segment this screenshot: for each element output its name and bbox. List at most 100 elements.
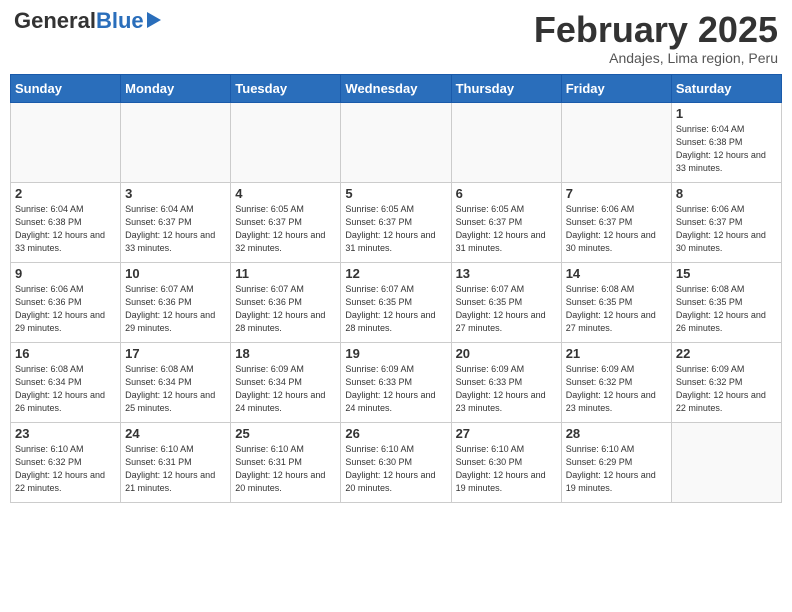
calendar-cell: 19 Sunrise: 6:09 AM Sunset: 6:33 PM Dayli… <box>341 342 451 422</box>
day-number: 9 <box>15 266 116 281</box>
day-info: Sunrise: 6:04 AM Sunset: 6:38 PM Dayligh… <box>15 203 116 255</box>
day-info: Sunrise: 6:05 AM Sunset: 6:37 PM Dayligh… <box>345 203 446 255</box>
calendar-cell: 5 Sunrise: 6:05 AM Sunset: 6:37 PM Daylig… <box>341 182 451 262</box>
day-info: Sunrise: 6:08 AM Sunset: 6:34 PM Dayligh… <box>15 363 116 415</box>
day-info: Sunrise: 6:06 AM Sunset: 6:37 PM Dayligh… <box>676 203 777 255</box>
day-info: Sunrise: 6:10 AM Sunset: 6:30 PM Dayligh… <box>456 443 557 495</box>
day-number: 2 <box>15 186 116 201</box>
day-info: Sunrise: 6:08 AM Sunset: 6:34 PM Dayligh… <box>125 363 226 415</box>
calendar-cell: 14 Sunrise: 6:08 AM Sunset: 6:35 PM Dayli… <box>561 262 671 342</box>
weekday-header-sunday: Sunday <box>11 74 121 102</box>
week-row-4: 16 Sunrise: 6:08 AM Sunset: 6:34 PM Dayli… <box>11 342 782 422</box>
day-info: Sunrise: 6:10 AM Sunset: 6:30 PM Dayligh… <box>345 443 446 495</box>
calendar-cell: 20Sunrise: 6:09 AM Sunset: 6:33 PM Dayli… <box>451 342 561 422</box>
week-row-2: 2 Sunrise: 6:04 AM Sunset: 6:38 PM Daylig… <box>11 182 782 262</box>
day-number: 25 <box>235 426 336 441</box>
week-row-1: 1 Sunrise: 6:04 AM Sunset: 6:38 PM Daylig… <box>11 102 782 182</box>
day-number: 22 <box>676 346 777 361</box>
day-info: Sunrise: 6:04 AM Sunset: 6:37 PM Dayligh… <box>125 203 226 255</box>
calendar-cell: 26 Sunrise: 6:10 AM Sunset: 6:30 PM Dayli… <box>341 422 451 502</box>
calendar-cell: 12 Sunrise: 6:07 AM Sunset: 6:35 PM Dayli… <box>341 262 451 342</box>
weekday-header-wednesday: Wednesday <box>341 74 451 102</box>
location-subtitle: Andajes, Lima region, Peru <box>534 50 778 66</box>
day-info: Sunrise: 6:10 AM Sunset: 6:32 PM Dayligh… <box>15 443 116 495</box>
day-number: 5 <box>345 186 446 201</box>
day-info: Sunrise: 6:05 AM Sunset: 6:37 PM Dayligh… <box>235 203 336 255</box>
calendar-cell: 13 Sunrise: 6:07 AM Sunset: 6:35 PM Dayli… <box>451 262 561 342</box>
day-info: Sunrise: 6:09 AM Sunset: 6:33 PM Dayligh… <box>345 363 446 415</box>
logo: General Blue <box>14 10 161 32</box>
day-info: Sunrise: 6:05 AM Sunset: 6:37 PM Dayligh… <box>456 203 557 255</box>
title-area: February 2025 Andajes, Lima region, Peru <box>534 10 778 66</box>
day-number: 26 <box>345 426 446 441</box>
day-number: 27 <box>456 426 557 441</box>
day-info: Sunrise: 6:08 AM Sunset: 6:35 PM Dayligh… <box>676 283 777 335</box>
weekday-header-friday: Friday <box>561 74 671 102</box>
weekday-header-saturday: Saturday <box>671 74 781 102</box>
week-row-5: 23 Sunrise: 6:10 AM Sunset: 6:32 PM Dayli… <box>11 422 782 502</box>
calendar-cell: 15 Sunrise: 6:08 AM Sunset: 6:35 PM Dayli… <box>671 262 781 342</box>
day-info: Sunrise: 6:09 AM Sunset: 6:32 PM Dayligh… <box>566 363 667 415</box>
day-number: 11 <box>235 266 336 281</box>
calendar-table: SundayMondayTuesdayWednesdayThursdayFrid… <box>10 74 782 503</box>
day-number: 1 <box>676 106 777 121</box>
day-info: Sunrise: 6:09 AM Sunset: 6:32 PM Dayligh… <box>676 363 777 415</box>
month-title: February 2025 <box>534 10 778 50</box>
calendar-cell: 6Sunrise: 6:05 AM Sunset: 6:37 PM Daylig… <box>451 182 561 262</box>
calendar-cell <box>451 102 561 182</box>
day-info: Sunrise: 6:09 AM Sunset: 6:34 PM Dayligh… <box>235 363 336 415</box>
day-number: 13 <box>456 266 557 281</box>
logo-general-text: General <box>14 10 96 32</box>
day-info: Sunrise: 6:07 AM Sunset: 6:36 PM Dayligh… <box>125 283 226 335</box>
calendar-cell: 17 Sunrise: 6:08 AM Sunset: 6:34 PM Dayli… <box>121 342 231 422</box>
calendar-cell: 16 Sunrise: 6:08 AM Sunset: 6:34 PM Dayli… <box>11 342 121 422</box>
calendar-cell: 8 Sunrise: 6:06 AM Sunset: 6:37 PM Daylig… <box>671 182 781 262</box>
calendar-cell: 22 Sunrise: 6:09 AM Sunset: 6:32 PM Dayli… <box>671 342 781 422</box>
calendar-cell: 21 Sunrise: 6:09 AM Sunset: 6:32 PM Dayli… <box>561 342 671 422</box>
calendar-cell <box>121 102 231 182</box>
calendar-cell: 4 Sunrise: 6:05 AM Sunset: 6:37 PM Daylig… <box>231 182 341 262</box>
day-number: 12 <box>345 266 446 281</box>
calendar-cell <box>341 102 451 182</box>
calendar-cell <box>561 102 671 182</box>
day-info: Sunrise: 6:10 AM Sunset: 6:29 PM Dayligh… <box>566 443 667 495</box>
day-number: 14 <box>566 266 667 281</box>
page-header: General Blue February 2025 Andajes, Lima… <box>10 10 782 66</box>
day-number: 15 <box>676 266 777 281</box>
calendar-cell: 7Sunrise: 6:06 AM Sunset: 6:37 PM Daylig… <box>561 182 671 262</box>
day-info: Sunrise: 6:07 AM Sunset: 6:35 PM Dayligh… <box>456 283 557 335</box>
calendar-cell: 28Sunrise: 6:10 AM Sunset: 6:29 PM Dayli… <box>561 422 671 502</box>
day-info: Sunrise: 6:08 AM Sunset: 6:35 PM Dayligh… <box>566 283 667 335</box>
day-info: Sunrise: 6:07 AM Sunset: 6:36 PM Dayligh… <box>235 283 336 335</box>
calendar-cell: 24 Sunrise: 6:10 AM Sunset: 6:31 PM Dayli… <box>121 422 231 502</box>
calendar-cell <box>671 422 781 502</box>
calendar-cell <box>11 102 121 182</box>
weekday-header-monday: Monday <box>121 74 231 102</box>
calendar-cell: 3 Sunrise: 6:04 AM Sunset: 6:37 PM Daylig… <box>121 182 231 262</box>
day-number: 23 <box>15 426 116 441</box>
calendar-cell: 18Sunrise: 6:09 AM Sunset: 6:34 PM Dayli… <box>231 342 341 422</box>
day-info: Sunrise: 6:06 AM Sunset: 6:36 PM Dayligh… <box>15 283 116 335</box>
day-number: 24 <box>125 426 226 441</box>
day-info: Sunrise: 6:10 AM Sunset: 6:31 PM Dayligh… <box>125 443 226 495</box>
day-info: Sunrise: 6:06 AM Sunset: 6:37 PM Dayligh… <box>566 203 667 255</box>
logo-blue-text: Blue <box>96 10 144 32</box>
day-number: 17 <box>125 346 226 361</box>
calendar-cell: 25 Sunrise: 6:10 AM Sunset: 6:31 PM Dayli… <box>231 422 341 502</box>
calendar-cell: 10Sunrise: 6:07 AM Sunset: 6:36 PM Dayli… <box>121 262 231 342</box>
day-number: 4 <box>235 186 336 201</box>
calendar-cell: 11 Sunrise: 6:07 AM Sunset: 6:36 PM Dayli… <box>231 262 341 342</box>
calendar-cell: 1 Sunrise: 6:04 AM Sunset: 6:38 PM Daylig… <box>671 102 781 182</box>
day-number: 3 <box>125 186 226 201</box>
weekday-header-row: SundayMondayTuesdayWednesdayThursdayFrid… <box>11 74 782 102</box>
day-info: Sunrise: 6:04 AM Sunset: 6:38 PM Dayligh… <box>676 123 777 175</box>
day-number: 16 <box>15 346 116 361</box>
calendar-cell: 23 Sunrise: 6:10 AM Sunset: 6:32 PM Dayli… <box>11 422 121 502</box>
day-number: 21 <box>566 346 667 361</box>
day-number: 8 <box>676 186 777 201</box>
day-info: Sunrise: 6:07 AM Sunset: 6:35 PM Dayligh… <box>345 283 446 335</box>
day-number: 19 <box>345 346 446 361</box>
calendar-cell <box>231 102 341 182</box>
day-info: Sunrise: 6:10 AM Sunset: 6:31 PM Dayligh… <box>235 443 336 495</box>
logo-arrow-icon <box>147 12 161 28</box>
